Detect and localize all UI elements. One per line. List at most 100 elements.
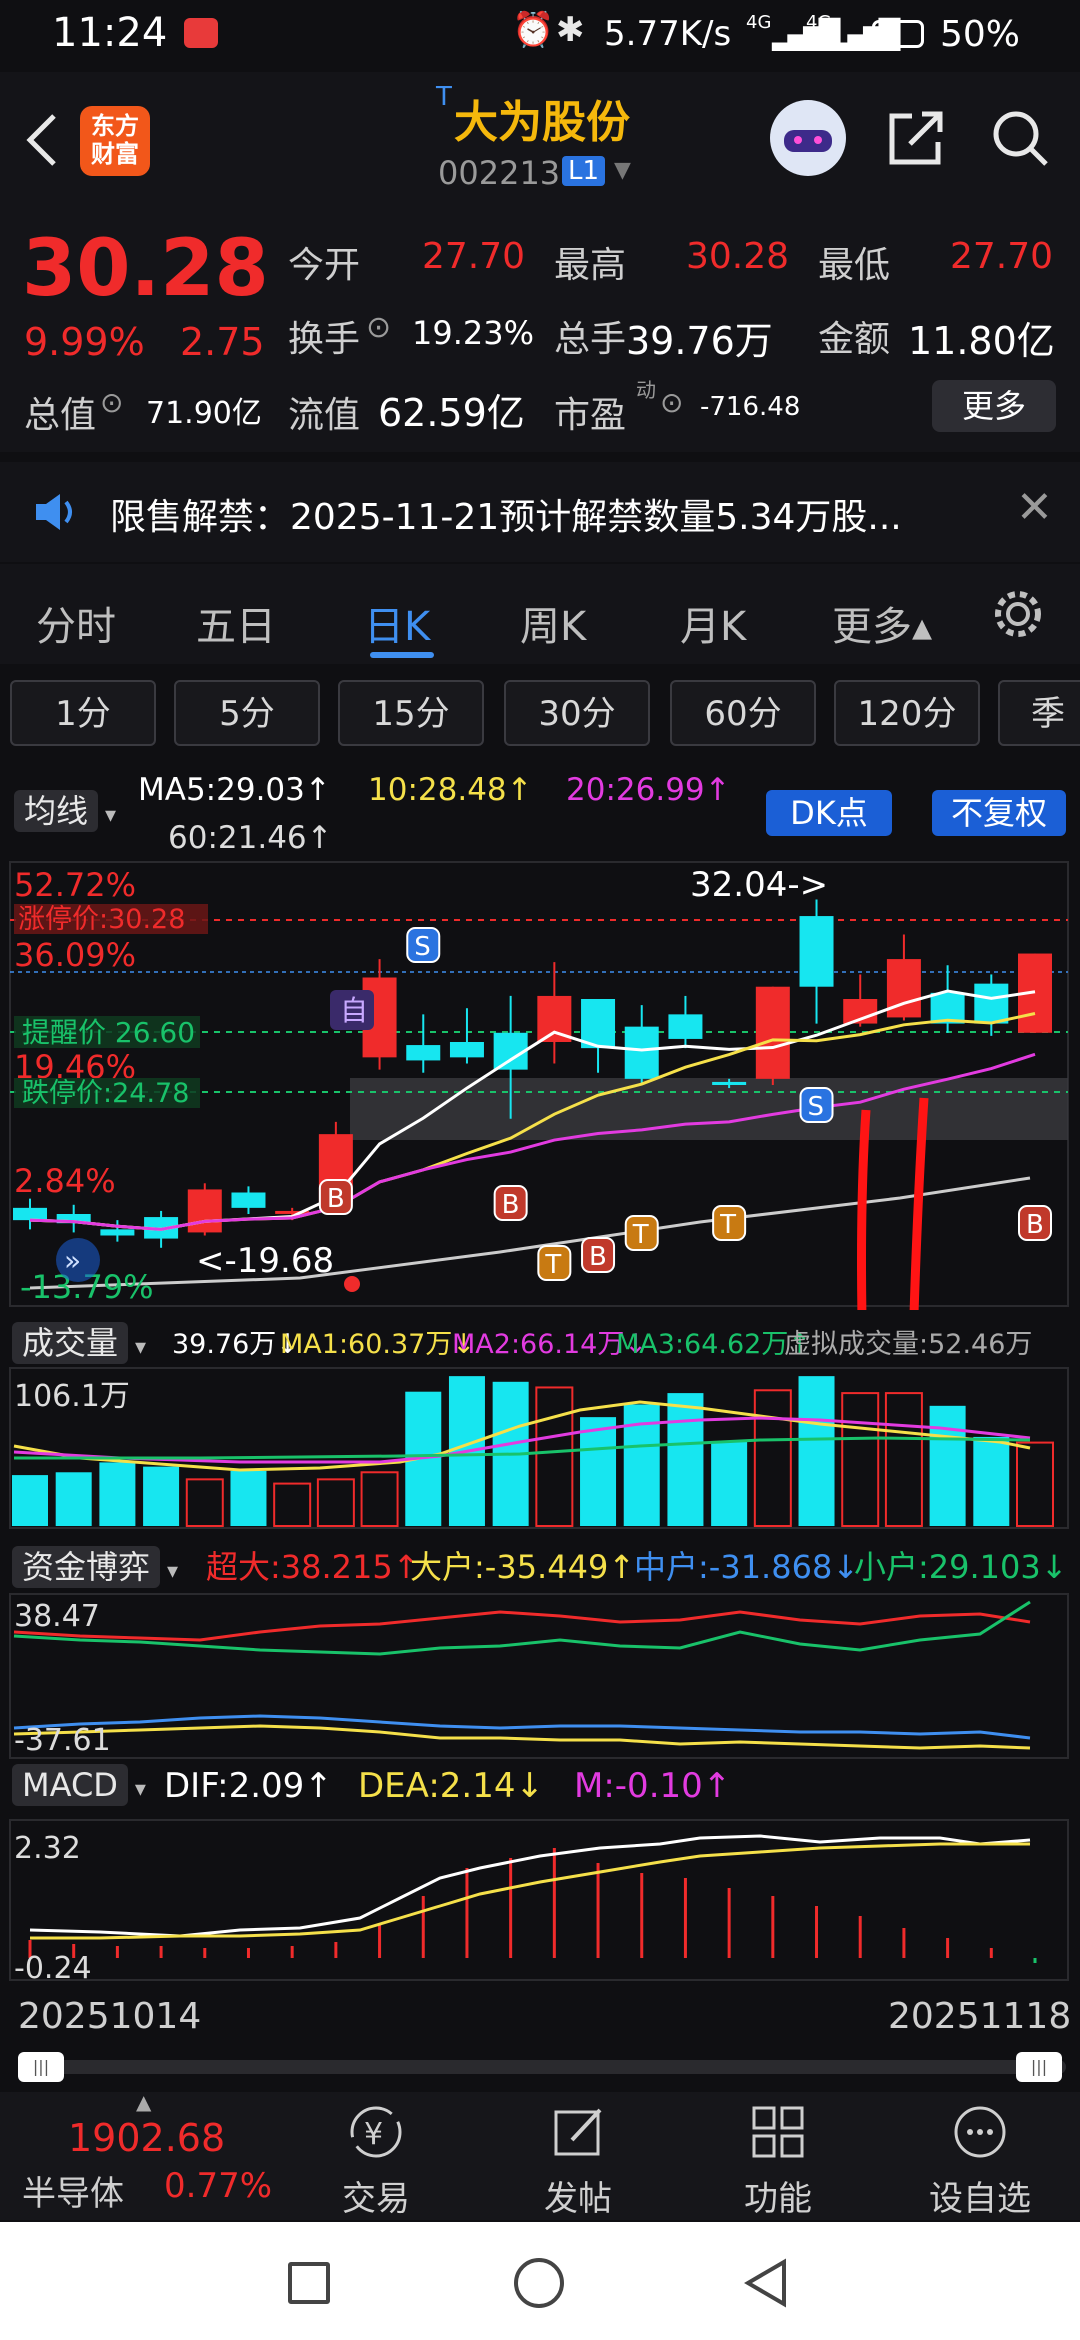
signal-letter: B (589, 1242, 607, 1272)
close-icon[interactable]: ✕ (1016, 482, 1053, 533)
macd-selector[interactable]: MACD ▾ (12, 1764, 146, 1806)
signal-letter: S (414, 932, 431, 962)
stock-name: 大为股份 (454, 97, 630, 148)
period-quarter[interactable]: 季 (998, 680, 1080, 746)
chevron-down-icon[interactable]: ▼ (614, 158, 631, 183)
volume-chart[interactable]: 106.1万 (0, 1366, 1080, 1532)
info-icon[interactable]: ⊙ (100, 386, 123, 419)
volume-bar[interactable] (841, 1392, 880, 1527)
volume-bar[interactable] (753, 1389, 792, 1528)
period-60min[interactable]: 60分 (670, 680, 816, 746)
volume-bar[interactable] (973, 1436, 1010, 1526)
volume-bar[interactable] (185, 1478, 224, 1527)
volume-bar[interactable] (12, 1475, 48, 1526)
high-annotation: 32.04-> (690, 865, 828, 905)
volume-bar[interactable] (580, 1417, 617, 1526)
info-icon[interactable]: ⊙ (660, 386, 683, 419)
mktcap-value: 71.90亿 (146, 396, 262, 431)
recent-apps-icon[interactable] (288, 2262, 330, 2304)
candle[interactable] (755, 986, 790, 1079)
high-value: 30.28 (686, 236, 790, 277)
sector-change: 0.77% (164, 2166, 273, 2206)
home-icon[interactable] (514, 2258, 564, 2308)
volume-bar[interactable] (55, 1472, 92, 1526)
back-triangle-icon[interactable] (740, 2256, 790, 2310)
share-icon[interactable] (884, 106, 948, 170)
candle[interactable] (668, 1014, 703, 1039)
volume-ma1: MA1:60.37万↓ (280, 1329, 475, 1360)
volume-bar[interactable] (711, 1441, 748, 1526)
range-handle-right[interactable]: ||| (1016, 2052, 1062, 2082)
trade-button[interactable]: ¥ 交易 (306, 2092, 446, 2220)
candle[interactable] (624, 1026, 659, 1079)
battery-level: 50% (940, 14, 1021, 55)
range-scrollbar[interactable] (18, 2060, 1066, 2074)
volume-bar[interactable] (929, 1405, 966, 1526)
candle[interactable] (13, 1207, 47, 1221)
candle[interactable] (974, 983, 1009, 1024)
expand-up-icon: ▲ (136, 2090, 152, 2114)
tab-more[interactable]: 更多▴ (832, 594, 932, 652)
volume-bar[interactable] (884, 1392, 923, 1527)
tab-intraday[interactable]: 分时 (36, 594, 116, 652)
tab-daily-k[interactable]: 日K (364, 594, 430, 652)
candle[interactable] (581, 999, 616, 1049)
volume-bar[interactable] (316, 1478, 355, 1527)
more-button[interactable]: 更多 (932, 380, 1056, 432)
period-5min[interactable]: 5分 (174, 680, 320, 746)
period-120min[interactable]: 120分 (834, 680, 980, 746)
volume-ma3: MA3:64.62万↑ (616, 1329, 811, 1360)
period-1min[interactable]: 1分 (10, 680, 156, 746)
candle[interactable] (712, 1081, 747, 1085)
level-badge[interactable]: L1 (562, 156, 606, 186)
function-button[interactable]: 功能 (708, 2092, 848, 2220)
volume-bar[interactable] (798, 1376, 835, 1526)
volume-bar[interactable] (535, 1386, 574, 1527)
double-chevron-icon[interactable]: » (64, 1244, 81, 1277)
volume-bar[interactable] (143, 1466, 180, 1526)
candle[interactable] (187, 1189, 222, 1233)
period-15min[interactable]: 15分 (338, 680, 484, 746)
volume-bar[interactable] (99, 1462, 136, 1526)
range-handle-left[interactable]: ||| (18, 2052, 64, 2082)
volume-bar[interactable] (230, 1470, 267, 1526)
tab-weekly-k[interactable]: 周K (520, 594, 586, 652)
self-select-label: 自 (340, 994, 368, 1027)
gear-icon[interactable] (990, 586, 1046, 642)
fund-mid: 中户:-31.868↓ (634, 1548, 860, 1586)
app-logo[interactable]: 东方 财富 (80, 106, 150, 176)
macd-chart[interactable]: 2.32 -0.24 (0, 1818, 1080, 1984)
kline-chart[interactable]: 52.72% 涨停价:30.28 36.09% 提醒价 26.60 19.46%… (0, 860, 1080, 1310)
post-button[interactable]: 发帖 (508, 2092, 648, 2220)
volume-bar[interactable] (360, 1471, 399, 1528)
tab-monthly-k[interactable]: 月K (680, 594, 746, 652)
period-30min[interactable]: 30分 (504, 680, 650, 746)
adjust-mode-button[interactable]: 不复权 (932, 790, 1066, 836)
stock-code: 002213 (438, 154, 561, 192)
turnover-value: 19.23% (412, 314, 535, 352)
volume-bar[interactable] (667, 1393, 704, 1526)
candle[interactable] (100, 1229, 135, 1236)
info-icon[interactable]: ⊙ (366, 310, 391, 345)
candle[interactable] (406, 1045, 441, 1061)
candle[interactable] (799, 916, 834, 987)
ma-selector[interactable]: 均线 ▾ (14, 786, 116, 832)
high-label: 最高 (554, 245, 627, 286)
back-arrow-icon[interactable] (22, 110, 62, 170)
sector-index[interactable]: ▲ 1902.68 半导体 0.77% (18, 2090, 272, 2220)
candle[interactable] (449, 1042, 484, 1058)
signal-label-2: 4G (806, 12, 832, 33)
search-icon[interactable] (988, 106, 1052, 170)
add-watchlist-button[interactable]: 设自选 (910, 2092, 1050, 2220)
notice-bar[interactable]: 限售解禁：2025-11-21预计解禁数量5.34万股... ✕ (0, 462, 1080, 562)
fund-flow-chart[interactable]: 38.47 -37.61 (0, 1592, 1080, 1762)
candle[interactable] (231, 1192, 266, 1208)
tab-five-day[interactable]: 五日 (196, 594, 276, 652)
fund-flow-selector[interactable]: 资金博弈 ▾ (12, 1542, 178, 1588)
volume-selector[interactable]: 成交量 ▾ (12, 1318, 146, 1364)
volume-bar[interactable] (1016, 1441, 1054, 1527)
ma10-value: 10:28.48↑ (368, 772, 533, 808)
dk-point-button[interactable]: DK点 (766, 790, 892, 836)
volume-bar[interactable] (273, 1482, 312, 1527)
robot-avatar-icon[interactable] (770, 100, 846, 176)
